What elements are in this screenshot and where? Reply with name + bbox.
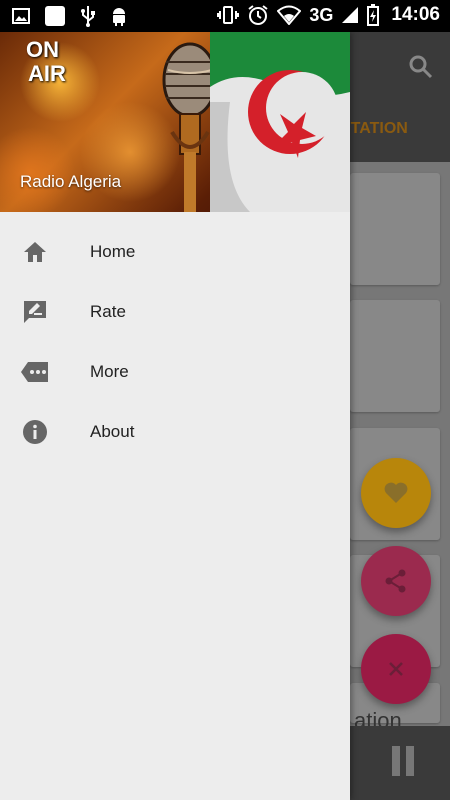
network-type: 3G bbox=[309, 4, 334, 25]
notification-icons bbox=[12, 5, 128, 27]
tab-station[interactable]: STATION bbox=[340, 120, 408, 138]
alarm-icon bbox=[248, 5, 268, 25]
info-icon bbox=[20, 417, 50, 447]
system-icons: 3G 14:06 bbox=[217, 4, 440, 26]
app-title: Radio Algeria bbox=[20, 172, 122, 191]
android-icon bbox=[113, 8, 125, 26]
on-air-line1: ON bbox=[26, 37, 59, 62]
status-bar: 3G 14:06 bbox=[0, 0, 450, 32]
image-icon bbox=[12, 8, 30, 24]
navigation-drawer: ON AIR Radio Algeria Home Rate More Abou… bbox=[0, 32, 350, 800]
favorite-fab[interactable] bbox=[361, 458, 431, 528]
usb-icon bbox=[81, 6, 95, 27]
share-fab[interactable] bbox=[361, 546, 431, 616]
close-fab[interactable] bbox=[361, 634, 431, 704]
menu-item-label: Home bbox=[90, 242, 136, 261]
clock: 14:06 bbox=[391, 4, 440, 25]
menu-item-label: About bbox=[90, 422, 135, 441]
on-air-line2: AIR bbox=[28, 61, 66, 86]
rate-icon bbox=[20, 297, 50, 327]
menu-item-home[interactable]: Home bbox=[0, 222, 350, 282]
signal-icon bbox=[342, 7, 359, 23]
station-card[interactable] bbox=[350, 173, 440, 285]
algeria-flag-image bbox=[210, 32, 350, 212]
battery-icon bbox=[367, 4, 380, 26]
menu-item-rate[interactable]: Rate bbox=[0, 282, 350, 342]
pause-icon[interactable] bbox=[392, 746, 414, 776]
menu-item-label: More bbox=[90, 362, 129, 381]
home-icon bbox=[20, 237, 50, 267]
close-icon bbox=[389, 662, 403, 676]
heart-icon bbox=[384, 482, 408, 503]
blank-app-icon bbox=[45, 6, 65, 26]
station-card[interactable] bbox=[350, 300, 440, 412]
search-icon[interactable] bbox=[408, 54, 434, 80]
drawer-header: ON AIR Radio Algeria bbox=[0, 32, 350, 212]
menu-item-label: Rate bbox=[90, 302, 126, 321]
drawer-menu: Home Rate More About bbox=[0, 222, 350, 462]
share-icon bbox=[385, 569, 406, 593]
menu-item-more[interactable]: More bbox=[0, 342, 350, 402]
vibrate-icon bbox=[217, 6, 240, 24]
more-icon bbox=[20, 357, 50, 387]
on-air-badge: ON AIR bbox=[26, 38, 66, 86]
wifi-icon bbox=[277, 5, 302, 25]
menu-item-about[interactable]: About bbox=[0, 402, 350, 462]
